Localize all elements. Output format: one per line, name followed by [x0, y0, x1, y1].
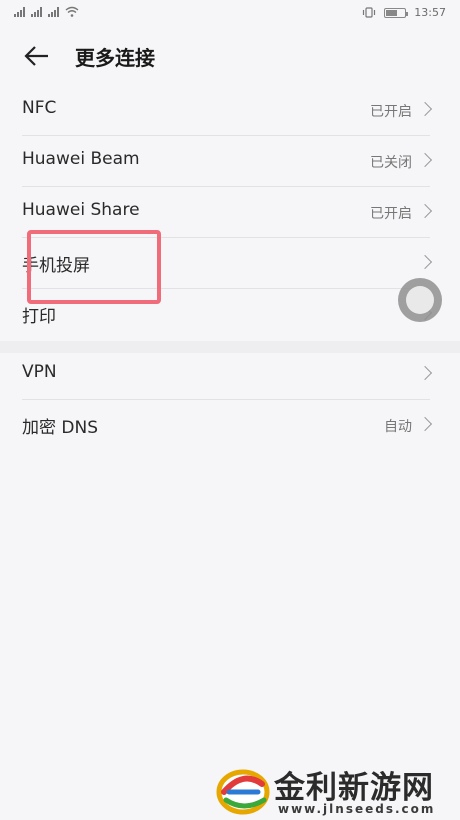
back-arrow-icon[interactable] [22, 42, 52, 70]
chevron-right-icon [417, 203, 433, 219]
chevron-right-icon [417, 101, 433, 117]
signal-icon [14, 6, 25, 17]
clock: 13:57 [414, 6, 446, 19]
app-header: 更多连接 [0, 36, 460, 76]
network-list: VPN 加密 DNS 自动 [0, 349, 460, 451]
row-value: 已关闭 [370, 155, 412, 171]
chevron-right-icon [417, 416, 433, 432]
wifi-icon [65, 6, 79, 17]
vibrate-icon [363, 7, 376, 18]
vpn-row[interactable]: VPN [0, 349, 460, 400]
dock-inner-circle [406, 286, 434, 314]
watermark: 金利新游网 www.jlnseeds.com [214, 762, 454, 820]
chevron-right-icon [417, 365, 433, 381]
battery-icon [384, 7, 409, 18]
encrypted-dns-row[interactable]: 加密 DNS 自动 [0, 400, 460, 451]
chevron-right-icon [417, 152, 433, 168]
chevron-right-icon [417, 254, 433, 270]
page-title: 更多连接 [75, 46, 155, 70]
site-logo-icon [216, 769, 270, 815]
nfc-row[interactable]: NFC 已开启 [0, 85, 460, 136]
watermark-url: www.jlnseeds.com [278, 802, 436, 816]
row-label: NFC [22, 98, 57, 118]
row-value: 已开启 [370, 104, 412, 120]
signal-icon-2 [31, 6, 42, 17]
row-label: Huawei Share [22, 200, 140, 220]
row-value: 自动 [384, 419, 412, 435]
status-bar: 13:57 [0, 0, 460, 26]
status-icons-left [14, 6, 79, 17]
floating-navigation-dock[interactable] [398, 278, 454, 322]
huawei-beam-row[interactable]: Huawei Beam 已关闭 [0, 136, 460, 187]
row-label: Huawei Beam [22, 149, 140, 169]
signal-icon-3 [48, 6, 59, 17]
row-label: 加密 DNS [22, 418, 99, 438]
row-label: 打印 [22, 307, 56, 327]
highlight-box [27, 230, 161, 304]
row-label: VPN [22, 362, 57, 382]
row-value: 已开启 [370, 206, 412, 222]
status-icons-right: 13:57 [362, 6, 446, 19]
watermark-title: 金利新游网 [274, 770, 434, 806]
